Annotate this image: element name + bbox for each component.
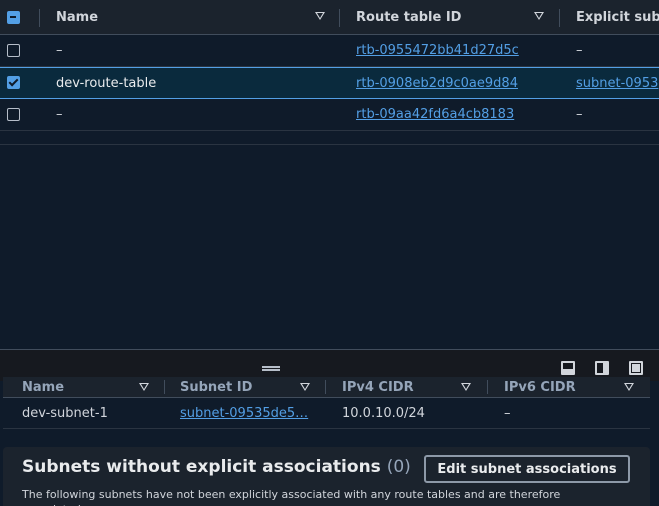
associated-subnets-table: Name Subnet ID IPv4 CIDR IPv6 CIDR dev-s… [3,377,650,429]
column-divider [325,380,326,394]
column-divider [559,9,560,27]
subnet-name: dev-subnet-1 [22,405,108,421]
sort-icon[interactable] [534,12,544,20]
column-header-route-table-id[interactable]: Route table ID [356,0,526,34]
ipv6-cidr: – [504,405,511,421]
column-divider [164,380,165,394]
split-side-icon[interactable] [595,361,609,375]
explicit-subnet-link[interactable]: subnet-0953 [576,68,659,98]
section-title: Subnets without explicit associations (0… [22,457,411,477]
column-header-name[interactable]: Name [56,0,306,34]
row-checkbox[interactable] [7,76,20,89]
table-row: dev-subnet-1 subnet-09535de5… 10.0.10.0/… [3,397,650,429]
split-off-icon[interactable] [629,361,643,375]
column-header-ipv4-cidr[interactable]: IPv4 CIDR [342,377,452,397]
table-empty-area [0,144,659,349]
subnet-id-link[interactable]: subnet-09535de5… [180,398,320,428]
table-row-selected[interactable]: dev-route-table rtb-0908eb2d9c0ae9d84 su… [0,67,659,99]
split-panel-content: Name Subnet ID IPv4 CIDR IPv6 CIDR dev-s… [0,377,659,506]
route-table-header: Name Route table ID Explicit subn [0,0,659,35]
column-header-name[interactable]: Name [22,377,132,397]
select-all-checkbox[interactable] [7,11,20,24]
table-row[interactable]: – rtb-0955472bb41d27d5c – [0,35,659,67]
sort-icon[interactable] [315,12,325,20]
route-table-name: dev-route-table [56,75,157,91]
column-divider [39,9,40,27]
column-header-subnet-id[interactable]: Subnet ID [180,377,290,397]
section-title-text: Subnets without explicit associations [22,457,381,477]
sort-icon[interactable] [624,383,634,391]
column-header-ipv6-cidr[interactable]: IPv6 CIDR [504,377,614,397]
explicit-subnet: – [576,107,583,122]
explicit-subnet: – [576,43,583,58]
section-description: The following subnets have not been expl… [22,488,561,506]
column-divider [339,9,340,27]
route-table-id-link[interactable]: rtb-0955472bb41d27d5c [356,35,546,66]
drag-handle-icon[interactable] [262,366,280,371]
table-row[interactable]: – rtb-09aa42fd6a4cb8183 – [0,99,659,131]
route-table-name: – [56,43,63,58]
ipv4-cidr: 10.0.10.0/24 [342,405,425,421]
subnets-without-associations-card: Subnets without explicit associations (0… [3,447,650,506]
section-count: (0) [386,457,411,477]
column-divider [487,380,488,394]
route-table-id-link[interactable]: rtb-0908eb2d9c0ae9d84 [356,68,546,98]
edit-subnet-associations-button[interactable]: Edit subnet associations [424,455,630,483]
row-checkbox[interactable] [7,44,20,57]
sort-icon[interactable] [139,383,149,391]
route-table-id-link[interactable]: rtb-09aa42fd6a4cb8183 [356,99,546,130]
subnet-table-header: Name Subnet ID IPv4 CIDR IPv6 CIDR [3,377,650,397]
split-bottom-icon[interactable] [561,361,575,375]
row-checkbox[interactable] [7,108,20,121]
route-table: Name Route table ID Explicit subn – rtb-… [0,0,659,131]
sort-icon[interactable] [300,383,310,391]
route-table-name: – [56,107,63,122]
sort-icon[interactable] [461,383,471,391]
column-header-explicit-subnet[interactable]: Explicit subn [576,0,659,34]
